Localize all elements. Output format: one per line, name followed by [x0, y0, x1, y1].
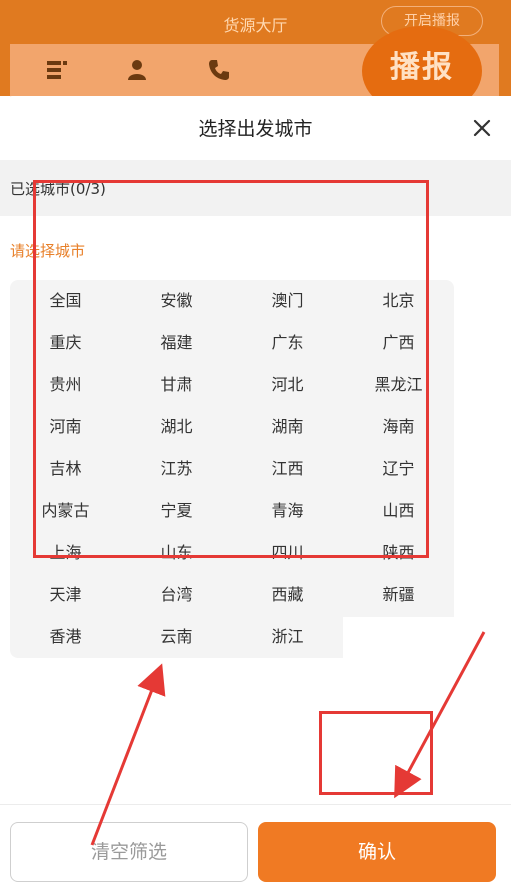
- phone-icon: [209, 60, 229, 80]
- city-option[interactable]: 新疆: [343, 574, 454, 616]
- list-icon: [47, 61, 67, 79]
- city-option[interactable]: 贵州: [10, 364, 121, 406]
- city-option[interactable]: 海南: [343, 406, 454, 448]
- sheet-title: 选择出发城市: [198, 118, 313, 140]
- city-option[interactable]: 湖南: [232, 406, 343, 448]
- city-option[interactable]: 宁夏: [121, 490, 232, 532]
- selected-cities-bar: 已选城市(0/3): [0, 160, 511, 216]
- user-icon: [128, 60, 146, 80]
- city-option[interactable]: 全国: [10, 280, 121, 322]
- select-city-prompt: 请选择城市: [10, 242, 86, 260]
- city-option[interactable]: 山东: [121, 532, 232, 574]
- city-option[interactable]: 重庆: [10, 322, 121, 364]
- clear-filter-button[interactable]: 清空筛选: [10, 822, 248, 882]
- city-grid: 全国 安徽 澳门 北京重庆 福建 广东 广西贵州 甘肃 河北 黑龙江河南 湖北 湖南 海南吉林 江苏 江西辽…: [10, 280, 454, 658]
- city-option[interactable]: 河北: [232, 364, 343, 406]
- city-option[interactable]: 西藏: [232, 574, 343, 616]
- close-icon[interactable]: [468, 114, 496, 142]
- city-option[interactable]: 陕西: [343, 532, 454, 574]
- city-option[interactable]: 内蒙古: [10, 490, 121, 532]
- city-option[interactable]: 浙江: [232, 616, 343, 658]
- city-option[interactable]: 黑龙江: [343, 364, 454, 406]
- city-option[interactable]: 湖北: [121, 406, 232, 448]
- city-picker-sheet: 选择出发城市 已选城市(0/3) 请选择城市 全国 安徽 澳门 北京重庆 福建 广东 广西贵…: [0, 96, 511, 894]
- city-option[interactable]: 辽宁: [343, 448, 454, 490]
- city-option[interactable]: 云南: [121, 616, 232, 658]
- footer-divider: [0, 804, 511, 805]
- city-option[interactable]: 广西: [343, 322, 454, 364]
- city-option[interactable]: 青海: [232, 490, 343, 532]
- city-option[interactable]: 澳门: [232, 280, 343, 322]
- city-option[interactable]: 山西: [343, 490, 454, 532]
- city-option[interactable]: 台湾: [121, 574, 232, 616]
- city-option[interactable]: 江西: [232, 448, 343, 490]
- city-option[interactable]: 广东: [232, 322, 343, 364]
- city-option[interactable]: 北京: [343, 280, 454, 322]
- city-option[interactable]: 香港: [10, 616, 121, 658]
- city-option[interactable]: 江苏: [121, 448, 232, 490]
- city-option[interactable]: 甘肃: [121, 364, 232, 406]
- city-option[interactable]: 吉林: [10, 448, 121, 490]
- selected-cities-count: 已选城市(0/3): [10, 180, 106, 198]
- city-option[interactable]: 河南: [10, 406, 121, 448]
- city-option[interactable]: 福建: [121, 322, 232, 364]
- city-option[interactable]: 四川: [232, 532, 343, 574]
- city-option[interactable]: 上海: [10, 532, 121, 574]
- confirm-button[interactable]: 确认: [258, 822, 496, 882]
- city-option[interactable]: 天津: [10, 574, 121, 616]
- city-option[interactable]: 安徽: [121, 280, 232, 322]
